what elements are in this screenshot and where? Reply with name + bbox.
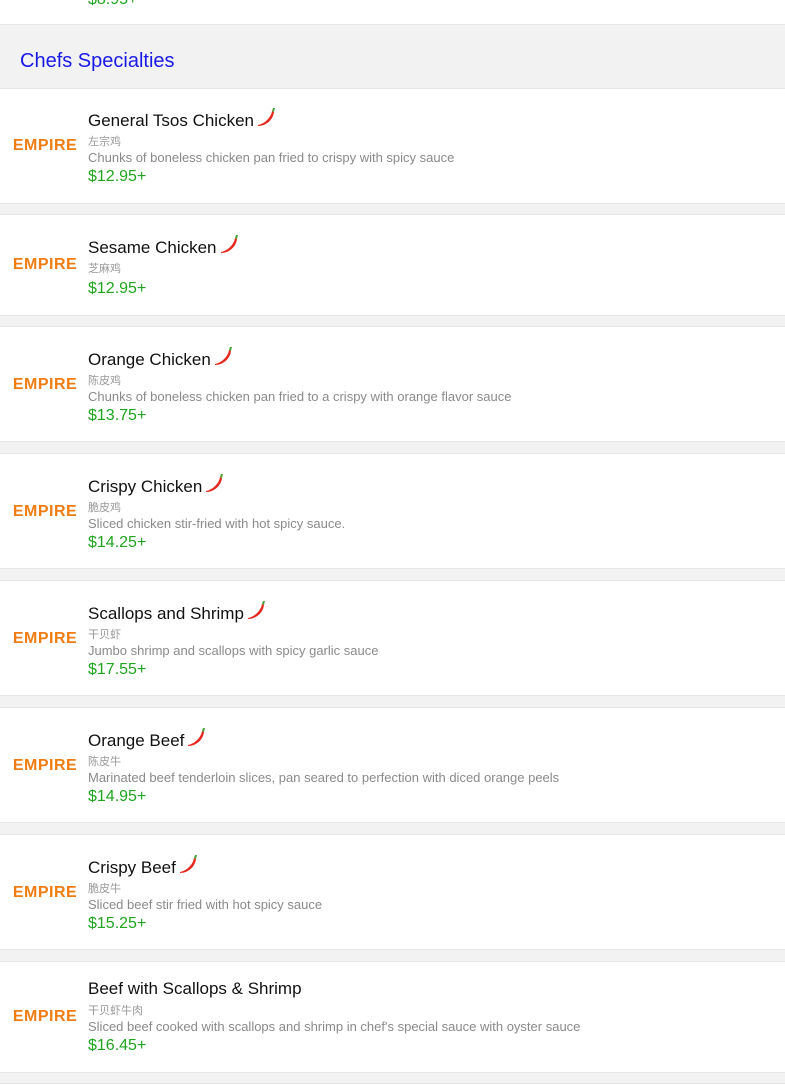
empire-logo: EMPIRE	[12, 256, 78, 273]
item-description: Sliced chicken stir-fried with hot spicy…	[88, 516, 346, 531]
chili-pepper-icon	[258, 108, 275, 126]
empire-logo: EMPIRE	[12, 503, 78, 520]
item-chinese-name: 芝麻鸡	[88, 263, 121, 275]
menu-item[interactable]: EMPIRE General Tsos Chicken 左宗鸡 Chunks o…	[0, 88, 785, 204]
empire-logo: EMPIRE	[12, 630, 78, 647]
empire-logo: EMPIRE	[12, 376, 78, 393]
item-price: $15.25+	[88, 915, 147, 932]
chili-pepper-icon	[214, 347, 232, 365]
item-price: $8.95+	[88, 0, 137, 9]
section-title: Chefs Specialties	[20, 50, 175, 72]
item-name: Orange Chicken	[88, 350, 211, 369]
item-chinese-name: 陈皮鸡	[88, 375, 121, 387]
item-name: Beef with Scallops & Shrimp	[88, 979, 302, 998]
item-description: Jumbo shrimp and scallops with spicy gar…	[88, 643, 379, 658]
item-name: Sesame Chicken	[88, 238, 217, 257]
menu-item[interactable]: EMPIRE Orange Beef 陈皮牛 Marinated beef te…	[0, 707, 785, 823]
item-price: $14.95+	[88, 788, 147, 805]
item-chinese-name: 左宗鸡	[88, 136, 121, 148]
item-chinese-name: 脆皮牛	[88, 883, 121, 895]
menu-item[interactable]: EMPIRE Scallops and Shrimp 干贝虾 Jumbo shr…	[0, 580, 785, 696]
empire-logo: EMPIRE	[12, 757, 78, 774]
menu-page: $8.95+ Chefs Specialties EMPIRE General …	[0, 0, 785, 1085]
menu-item[interactable]: EMPIRE Crispy Chicken 脆皮鸡 Sliced chicken…	[0, 453, 785, 569]
item-price: $12.95+	[88, 168, 147, 185]
menu-item[interactable]: EMPIRE Crispy Beef 脆皮牛 Sliced beef stir …	[0, 834, 785, 950]
section-header: Chefs Specialties	[0, 25, 785, 87]
chili-pepper-icon	[179, 855, 197, 873]
item-name: Scallops and Shrimp	[88, 604, 244, 623]
chili-pepper-icon	[220, 235, 238, 253]
item-price: $14.25+	[88, 534, 147, 551]
chili-pepper-icon	[206, 474, 224, 492]
empire-logo: EMPIRE	[12, 884, 78, 901]
item-price: $17.55+	[88, 661, 147, 678]
item-name: Crispy Chicken	[88, 477, 203, 496]
item-description: Sliced beef cooked with scallops and shr…	[88, 1019, 581, 1034]
item-description: Sliced beef stir fried with hot spicy sa…	[88, 897, 323, 912]
item-price: $12.95+	[88, 280, 147, 297]
chili-pepper-icon	[188, 728, 206, 746]
menu-item[interactable]: EMPIRE Sesame Chicken 芝麻鸡 $12.95+	[0, 214, 785, 316]
item-chinese-name: 干贝虾	[88, 629, 121, 641]
item-name: Orange Beef	[88, 731, 185, 750]
item-chinese-name: 干贝虾牛肉	[88, 1005, 143, 1017]
item-name: Crispy Beef	[88, 858, 176, 877]
item-description: Marinated beef tenderloin slices, pan se…	[88, 770, 560, 785]
menu-item[interactable]: EMPIRE Orange Chicken 陈皮鸡 Chunks of bone…	[0, 326, 785, 442]
empire-logo: EMPIRE	[12, 1008, 78, 1025]
item-description: Chunks of boneless chicken pan fried to …	[88, 150, 455, 165]
item-description: Chunks of boneless chicken pan fried to …	[88, 389, 512, 404]
empire-logo: EMPIRE	[12, 137, 78, 154]
item-price: $13.75+	[88, 407, 147, 424]
menu-item[interactable]: EMPIRE Beef with Scallops & Shrimp 干贝虾牛肉…	[0, 961, 785, 1073]
chili-pepper-icon	[247, 601, 265, 619]
previous-menu-item[interactable]: $8.95+	[0, 0, 785, 25]
item-price: $16.45+	[88, 1037, 147, 1054]
item-name: General Tsos Chicken	[88, 111, 254, 130]
item-chinese-name: 脆皮鸡	[88, 502, 121, 514]
item-chinese-name: 陈皮牛	[88, 756, 121, 768]
